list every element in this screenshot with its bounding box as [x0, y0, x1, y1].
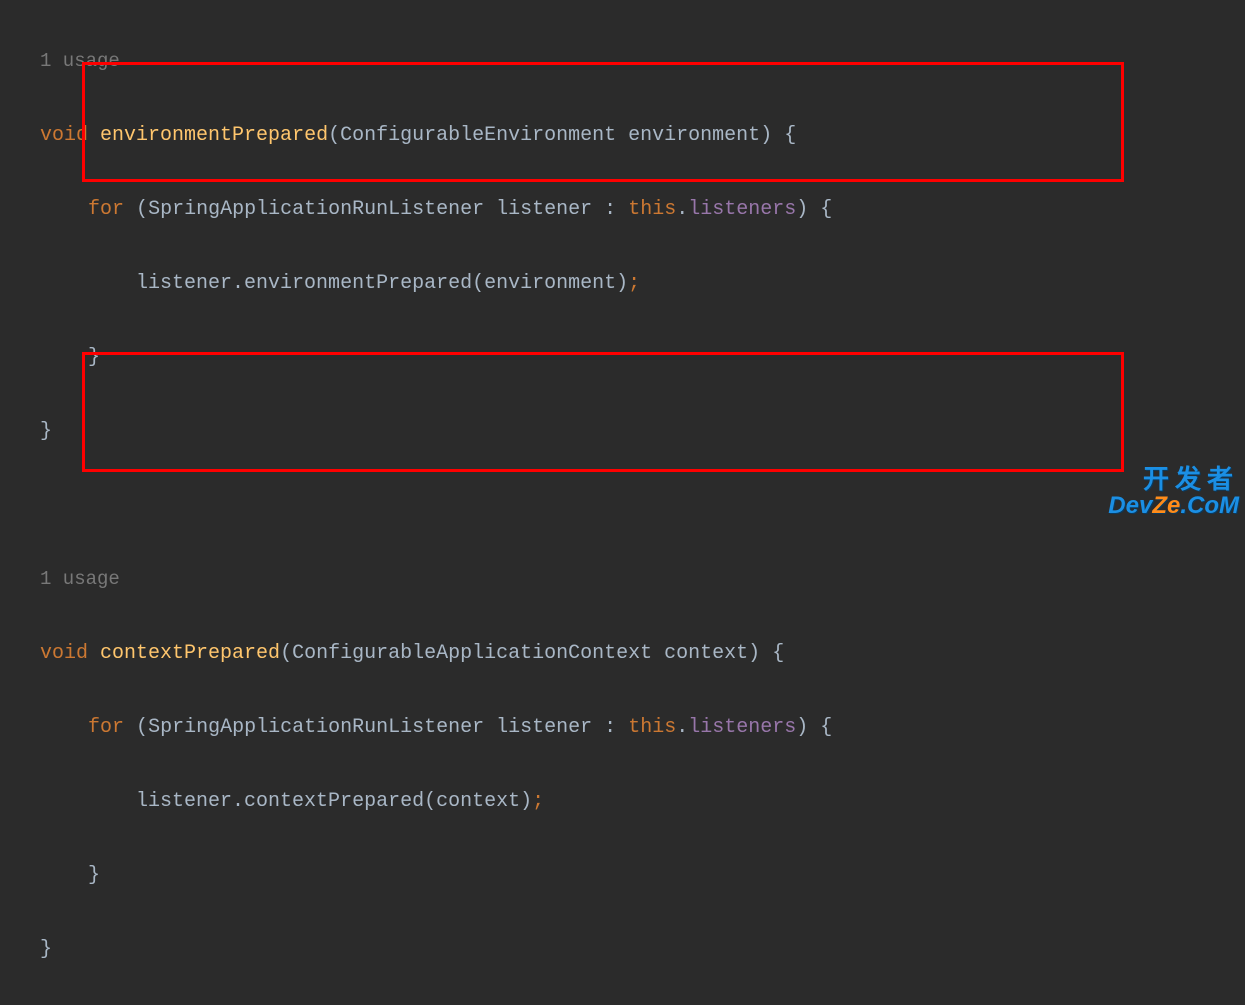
- code-editor[interactable]: 1 usage void environmentPrepared(Configu…: [0, 0, 1245, 1005]
- method-signature-2: void contextPrepared(ConfigurableApplica…: [40, 635, 1245, 672]
- for-loop-2: for (SpringApplicationRunListener listen…: [40, 709, 1245, 746]
- close-outer-brace-1: }: [40, 413, 1245, 450]
- watermark-line1: 开发者: [1108, 466, 1239, 493]
- close-outer-brace-2: }: [40, 931, 1245, 968]
- usage-hint-1: 1 usage: [40, 43, 1245, 80]
- blank-line: [40, 487, 1245, 524]
- loop-body-2: listener.contextPrepared(context);: [40, 783, 1245, 820]
- for-loop-1: for (SpringApplicationRunListener listen…: [40, 191, 1245, 228]
- usage-hint-2: 1 usage: [40, 561, 1245, 598]
- loop-body-1: listener.environmentPrepared(environment…: [40, 265, 1245, 302]
- method-signature-1: void environmentPrepared(ConfigurableEnv…: [40, 117, 1245, 154]
- close-inner-brace-2: }: [40, 857, 1245, 894]
- watermark-line2: DevZe.CoM: [1108, 493, 1239, 518]
- close-inner-brace-1: }: [40, 339, 1245, 376]
- watermark-logo: 开发者 DevZe.CoM: [1108, 466, 1239, 518]
